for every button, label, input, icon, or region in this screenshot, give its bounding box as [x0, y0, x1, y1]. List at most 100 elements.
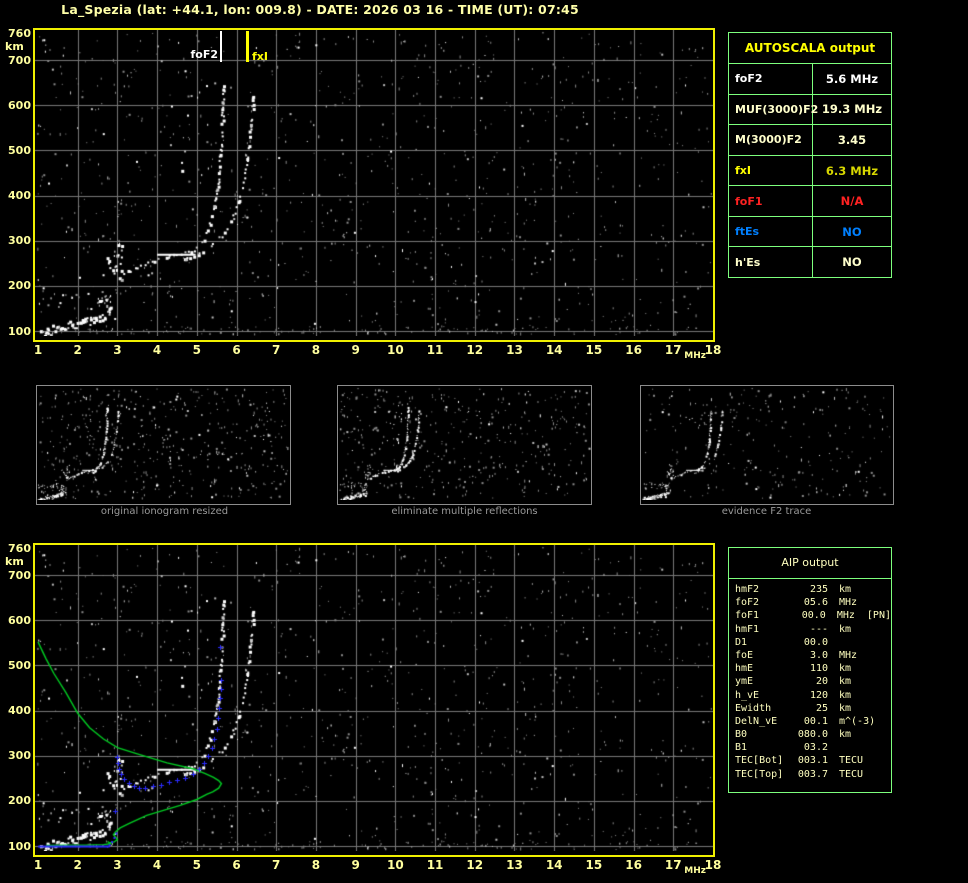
x-axis-label: 16	[625, 343, 642, 357]
aip-value: 003.1	[797, 755, 828, 767]
aip-row-tecbot: TEC[Bot] 003.1 TECU	[735, 754, 891, 767]
aip-row-yme: ymE 20 km	[735, 675, 891, 688]
aip-label: B0	[735, 729, 748, 741]
x-axis-label: 9	[351, 858, 360, 872]
table-row-ftEs: ftEs NO	[729, 216, 891, 248]
autoscala-table-header: AUTOSCALA output	[729, 33, 891, 64]
x-axis-unit: MHz	[684, 866, 707, 876]
y-axis-label: 200	[8, 794, 31, 808]
aip-label: TEC[Bot]	[735, 755, 784, 767]
table-row-MUF3000F2: MUF(3000)F2 19.3 MHz	[729, 94, 891, 126]
top-ionogram-panel	[33, 28, 715, 342]
aip-unit: MHz	[839, 649, 858, 661]
aip-row-b1: B1 03.2	[735, 741, 891, 754]
aip-unit: MHz	[839, 597, 858, 609]
x-axis-label: 12	[466, 343, 484, 357]
x-axis-label: 10	[386, 858, 404, 872]
x-axis-label: 14	[545, 343, 563, 357]
aip-unit: TECU	[839, 768, 864, 780]
thumbnail-caption-evidence: evidence F2 trace	[721, 506, 812, 517]
aip-value: ---	[809, 623, 828, 635]
y-axis-label: 760	[8, 26, 31, 40]
page-title: La_Spezia (lat: +44.1, lon: 009.8) - DAT…	[61, 2, 579, 17]
x-axis-label: 13	[506, 858, 523, 872]
aip-label: TEC[Top]	[735, 768, 784, 780]
aip-unit: m^(-3)	[839, 715, 876, 727]
aip-row-hve: h_vE 120 km	[735, 689, 891, 702]
y-axis-label: 760	[8, 541, 31, 555]
x-axis-label: 17	[664, 343, 682, 357]
row-value: NO	[842, 224, 862, 239]
aip-label: ymE	[735, 676, 754, 688]
aip-value: 3.0	[809, 649, 828, 661]
y-axis-unit: km	[5, 40, 24, 53]
aip-label: hmF1	[735, 623, 760, 635]
fxI-marker-line	[246, 31, 249, 62]
table-row-M3000F2: M(3000)F2 3.45	[729, 125, 891, 156]
row-value: 6.3 MHz	[825, 163, 879, 178]
y-axis-unit: km	[5, 555, 24, 568]
x-axis-label: 5	[192, 858, 201, 872]
thumbnail-eliminate-reflections	[337, 385, 592, 505]
thumbnail-original-canvas	[37, 386, 290, 500]
y-axis-label: 700	[8, 568, 31, 582]
autoscala-output-table: AUTOSCALA output foF2 5.6 MHz MUF(3000)F…	[728, 32, 892, 278]
aip-unit: km	[839, 623, 852, 635]
aip-unit: km	[839, 729, 852, 741]
aip-label: DelN_vE	[735, 715, 778, 727]
aip-label: hmE	[735, 663, 754, 675]
aip-label: hmF2	[735, 584, 760, 595]
aip-table-rows: hmF2 235 km foF2 05.6 MHz foF1 00.0 MHz [PN] hmF1…	[729, 579, 891, 781]
aip-value: 03.2	[803, 742, 828, 754]
x-axis-label: 1	[33, 343, 43, 357]
x-axis-label: 16	[625, 858, 642, 872]
row-label: foF2	[729, 64, 813, 94]
aip-label: foF1	[735, 610, 760, 622]
thumbnail-eliminate-canvas	[338, 386, 591, 500]
y-axis-label: 600	[8, 98, 31, 112]
x-axis-label: 8	[311, 343, 321, 357]
aip-value: 120	[809, 689, 828, 701]
aip-value: 20	[815, 676, 828, 688]
aip-value: 003.7	[797, 768, 828, 780]
x-axis-label: 10	[386, 343, 404, 357]
aip-unit: MHz [PN]	[836, 610, 891, 622]
y-axis-label: 400	[8, 704, 31, 718]
fxI-marker-label: fxI	[252, 50, 268, 63]
table-row-hEs: h'Es NO	[729, 247, 891, 278]
aip-value: 05.6	[803, 597, 828, 609]
aip-unit: TECU	[839, 755, 864, 767]
aip-value: 080.0	[797, 729, 828, 741]
thumbnail-original-ionogram	[36, 385, 291, 505]
x-axis-label: 7	[272, 858, 281, 872]
foF2-marker-label: foF2	[190, 48, 218, 61]
aip-row-hmf1: hmF1 --- km	[735, 623, 891, 636]
bottom-ionogram-canvas	[35, 545, 713, 851]
aip-row-b0: B0 080.0 km	[735, 728, 891, 741]
row-value: N/A	[840, 194, 864, 209]
y-axis-label: 400	[8, 189, 31, 203]
y-axis-label: 100	[8, 324, 31, 338]
aip-value: 110	[809, 663, 828, 675]
y-axis-label: 600	[8, 613, 31, 627]
aip-row-hme: hmE 110 km	[735, 662, 891, 675]
aip-table-header: AIP output	[729, 548, 891, 579]
foF2-marker-line	[220, 31, 222, 62]
aip-row-delnve: DelN_vE 00.1 m^(-3)	[735, 715, 891, 728]
row-label: h'Es	[729, 247, 813, 278]
x-axis-label: 17	[664, 858, 682, 872]
aip-label: Ewidth	[735, 702, 772, 714]
x-axis-label: 15	[585, 343, 603, 357]
x-axis-label: 14	[545, 858, 563, 872]
x-axis-label: 7	[272, 343, 281, 357]
y-axis-label: 700	[8, 53, 31, 67]
y-axis-label: 300	[8, 749, 31, 763]
table-row-foF2: foF2 5.6 MHz	[729, 64, 891, 95]
y-axis-label: 500	[8, 143, 31, 157]
x-axis-label: 1	[33, 858, 43, 872]
aip-unit: km	[839, 676, 852, 688]
thumbnail-caption-eliminate: eliminate multiple reflections	[391, 506, 538, 517]
aip-row-d1: D1 00.0	[735, 636, 891, 649]
row-value: 3.45	[837, 132, 867, 147]
aip-row-hmf2: hmF2 235 km	[735, 583, 891, 596]
